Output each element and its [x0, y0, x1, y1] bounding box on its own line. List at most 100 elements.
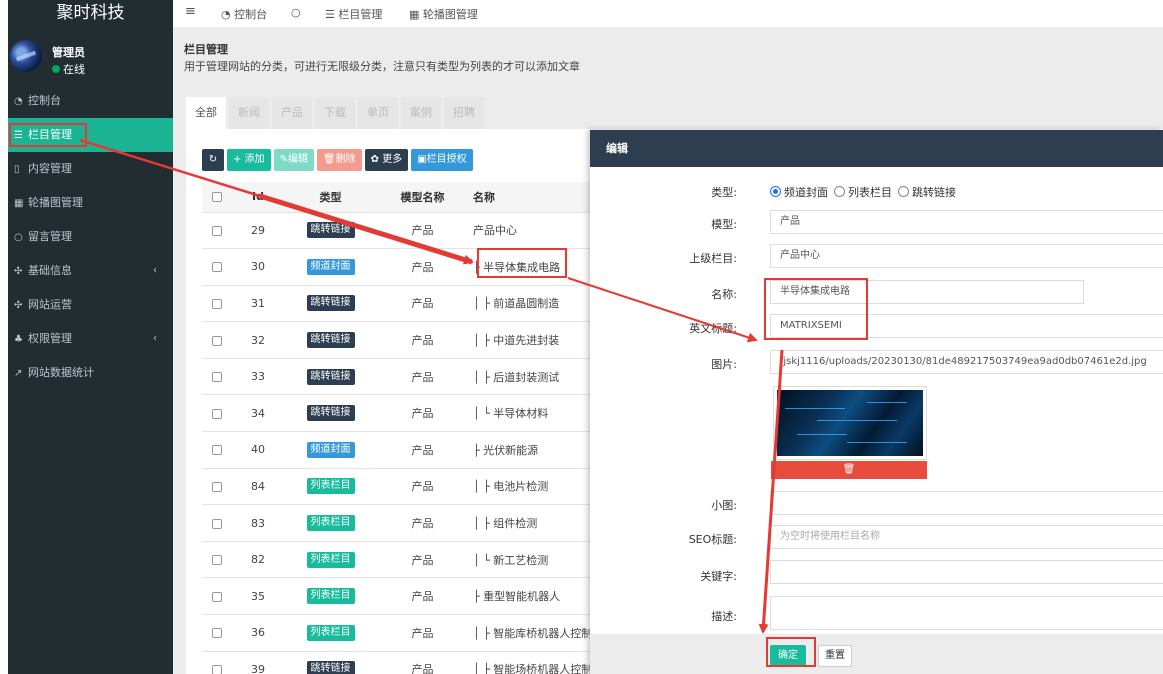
row-name: │ └ 新工艺检测	[468, 541, 603, 579]
table-row[interactable]: 34 跳转链接 产品 │ └ 半导体材料	[202, 394, 603, 433]
tab-3[interactable]: 下载	[315, 97, 355, 129]
radio-icon[interactable]	[898, 186, 909, 197]
row-checkbox[interactable]	[212, 445, 222, 456]
description-field[interactable]	[770, 596, 1163, 630]
row-type-cell: 跳转链接	[284, 212, 377, 250]
row-select-cell	[202, 468, 232, 506]
row-checkbox[interactable]	[212, 481, 222, 492]
type-badge: 频道封面	[306, 441, 355, 458]
table-row[interactable]: 36 列表栏目 产品 │ ├ 智能库桥机器人控制	[202, 614, 603, 652]
row-id: 40	[232, 431, 284, 469]
tab-4[interactable]: 单页	[358, 97, 398, 129]
keywords-field[interactable]	[770, 560, 1163, 584]
row-id: 33	[232, 358, 284, 396]
row-select-cell	[202, 651, 232, 674]
small-image-field[interactable]	[770, 491, 1163, 515]
table-row[interactable]: 35 列表栏目 产品 ├ 重型智能机器人	[202, 577, 603, 616]
sidebar-item-1[interactable]: ☰ 栏目管理	[8, 118, 173, 152]
row-checkbox[interactable]	[212, 555, 222, 566]
parent-field[interactable]: 产品中心	[770, 244, 1163, 268]
sidebar-item-5[interactable]: ✣ 基础信息 ‹	[8, 254, 173, 288]
row-checkbox[interactable]	[212, 225, 222, 236]
image-path-field[interactable]: /jskj1116/uploads/20230130/81de489217503…	[770, 350, 1163, 374]
image-thumbnail[interactable]	[773, 386, 927, 460]
row-checkbox[interactable]	[212, 408, 222, 419]
row-model: 产品	[377, 541, 468, 579]
col-name[interactable]: 名称	[468, 182, 603, 213]
nav-tab-refresh[interactable]: ○	[291, 6, 301, 19]
table-row[interactable]: 40 频道封面 产品 ├ 光伏新能源	[202, 431, 603, 469]
user-name: 管理员	[52, 46, 85, 59]
sidebar-item-3[interactable]: ▦ 轮播图管理	[8, 186, 173, 220]
row-checkbox[interactable]	[212, 298, 222, 309]
sidebar-item-6[interactable]: ✣ 网站运营	[8, 288, 173, 322]
table-row[interactable]: 84 列表栏目 产品 │ ├ 电池片检测	[202, 468, 603, 506]
add-button[interactable]: + 添加	[227, 149, 271, 171]
sidebar-item-4[interactable]: ○ 留言管理	[8, 220, 173, 254]
delete-button[interactable]: 🗑删除	[316, 149, 362, 171]
row-checkbox[interactable]	[212, 628, 222, 639]
table-row[interactable]: 39 跳转链接 产品 │ ├ 智能场桥机器人控制	[202, 651, 603, 674]
type-option-2[interactable]: 跳转链接	[898, 186, 956, 199]
refresh-button[interactable]: ↻	[202, 149, 224, 171]
sidebar-item-8[interactable]: ↗ 网站数据统计	[8, 356, 173, 390]
table-row[interactable]: 83 列表栏目 产品 │ ├ 组件检测	[202, 504, 603, 542]
type-option-0[interactable]: 频道封面	[770, 186, 828, 199]
edit-button[interactable]: ✎编辑	[273, 149, 314, 171]
chevron-left-icon: ‹	[153, 333, 157, 344]
type-radio-group: 频道封面 列表栏目 跳转链接	[770, 184, 962, 200]
seo-title-input[interactable]: 为空时将使用栏目名称	[770, 525, 1163, 549]
radio-icon[interactable]	[770, 186, 781, 197]
row-checkbox[interactable]	[212, 591, 222, 602]
table-row[interactable]: 32 跳转链接 产品 │ ├ 中道先进封装	[202, 321, 603, 359]
col-id[interactable]: Id	[232, 182, 284, 213]
col-model[interactable]: 模型名称	[377, 182, 468, 213]
row-checkbox[interactable]	[212, 262, 222, 273]
page-description: 用于管理网站的分类，可进行无限级分类，注意只有类型为列表的才可以添加文章	[184, 60, 580, 73]
row-select-cell	[202, 431, 232, 469]
nav-tab-carousel[interactable]: ▦ 轮播图管理	[409, 6, 478, 22]
tab-6[interactable]: 招聘	[444, 97, 484, 129]
sidebar-item-7[interactable]: ♣ 权限管理 ‹	[8, 322, 173, 356]
tab-5[interactable]: 案例	[401, 97, 441, 129]
type-option-1[interactable]: 列表栏目	[834, 186, 892, 199]
row-id: 30	[232, 248, 284, 286]
row-checkbox[interactable]	[212, 335, 222, 346]
nav-tab-category[interactable]: ☰ 栏目管理	[325, 6, 382, 22]
grant-button[interactable]: ▣栏目授权	[411, 149, 473, 171]
sidebar: 聚时科技 管理员 在线 ◔ 控制台 ☰ 栏目管理 ▯ 内容管理 ▦ 轮播图管理 ○ 留言管理 ✣ 基础…	[8, 0, 173, 674]
tab-0[interactable]: 全部	[186, 97, 226, 129]
delete-image-button[interactable]: 🗑	[771, 461, 927, 479]
toolbar: ↻ + 添加 ✎编辑 🗑删除 ✿ 更多 ▣栏目授权	[202, 149, 476, 171]
table-row[interactable]: 29 跳转链接 产品 产品中心	[202, 212, 603, 250]
more-button[interactable]: ✿ 更多	[364, 149, 409, 171]
row-checkbox[interactable]	[212, 518, 222, 529]
table-row[interactable]: 33 跳转链接 产品 │ ├ 后道封装测试	[202, 358, 603, 396]
type-badge: 跳转链接	[306, 332, 355, 349]
row-name: ├ 重型智能机器人	[468, 577, 603, 616]
select-all-checkbox[interactable]	[212, 192, 222, 203]
row-checkbox[interactable]	[212, 664, 222, 674]
tab-2[interactable]: 产品	[272, 97, 312, 129]
sidebar-item-0[interactable]: ◔ 控制台	[8, 84, 173, 118]
col-type[interactable]: 类型	[284, 182, 377, 213]
row-type-cell: 跳转链接	[284, 321, 377, 359]
table-row[interactable]: 82 列表栏目 产品 │ └ 新工艺检测	[202, 541, 603, 579]
row-type-cell: 跳转链接	[284, 358, 377, 396]
type-badge: 跳转链接	[306, 222, 355, 239]
model-field[interactable]: 产品	[770, 210, 1163, 234]
row-id: 35	[232, 577, 284, 616]
edit-modal: 编辑 类型: 频道封面 列表栏目 跳转链接 模型: 产品 上级栏目: 产品中心 名称…	[590, 130, 1163, 674]
radio-icon[interactable]	[834, 186, 845, 197]
tab-1[interactable]: 新闻	[229, 97, 269, 129]
reset-button[interactable]: 重置	[818, 645, 852, 667]
table-row[interactable]: 31 跳转链接 产品 │ ├ 前道晶圆制造	[202, 285, 603, 323]
nav-tab-dashboard[interactable]: ◔ 控制台	[221, 6, 267, 22]
row-checkbox[interactable]	[212, 372, 222, 383]
online-dot-icon	[52, 65, 60, 73]
sidebar-item-2[interactable]: ▯ 内容管理	[8, 152, 173, 186]
type-badge: 列表栏目	[306, 588, 355, 605]
sidebar-item-label: 控制台	[28, 94, 61, 107]
parent-label: 上级栏目:	[689, 252, 737, 265]
menu-toggle-icon[interactable]: ≡	[185, 4, 196, 19]
